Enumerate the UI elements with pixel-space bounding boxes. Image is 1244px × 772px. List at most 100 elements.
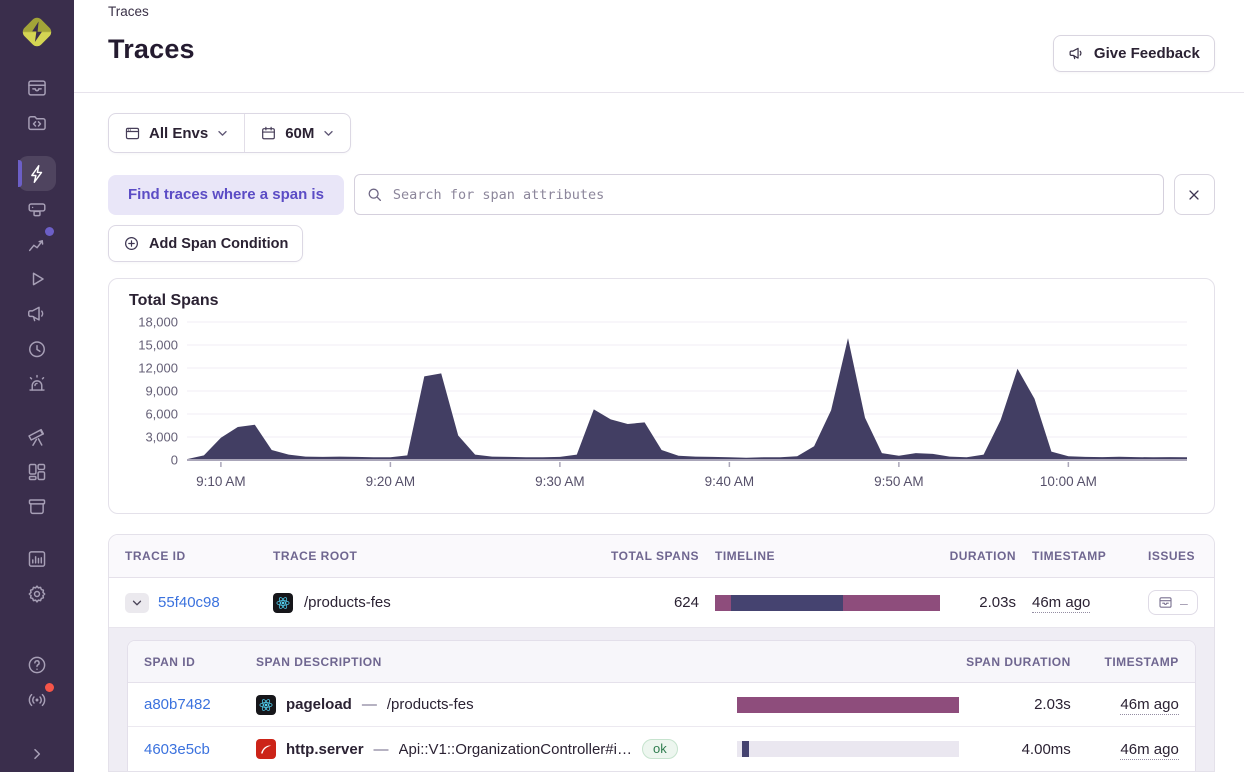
trace-root-name: /products-fes <box>304 594 391 611</box>
span-id-link[interactable]: 4603e5cb <box>144 741 210 758</box>
active-nav-accent-bar <box>18 160 22 187</box>
column-header-trace-id: TRACE ID <box>125 549 186 563</box>
dashboards-icon <box>26 461 48 483</box>
total-spans-value: 624 <box>673 594 699 611</box>
duration-bar-segment <box>736 696 959 713</box>
sidebar-item-user-feedback[interactable] <box>18 296 56 331</box>
traces-table-header: TRACE ID TRACE ROOT TOTAL SPANS TIMELINE… <box>109 535 1214 578</box>
window-icon <box>124 125 141 142</box>
span-row: a80b7482 pageload — /products-fes 2.03s … <box>128 683 1195 727</box>
sidebar <box>0 0 74 772</box>
sidebar-item-performance[interactable] <box>18 156 56 191</box>
svg-text:15,000: 15,000 <box>138 338 178 353</box>
replays-icon <box>26 268 48 290</box>
plus-circle-icon <box>123 235 140 252</box>
svg-text:6,000: 6,000 <box>145 407 178 422</box>
span-attributes-search-input[interactable] <box>353 174 1164 215</box>
help-icon <box>26 654 48 676</box>
column-header-total-spans: TOTAL SPANS <box>611 549 699 563</box>
span-timestamp[interactable]: 46m ago <box>1120 696 1179 715</box>
search-icon <box>366 186 383 203</box>
span-search <box>353 174 1164 215</box>
sidebar-item-settings[interactable] <box>18 576 56 611</box>
whats-new-icon <box>26 689 48 711</box>
column-header-trace-root: TRACE ROOT <box>273 549 358 563</box>
sidebar-item-profiling[interactable] <box>18 191 56 226</box>
span-status-badge: ok <box>641 739 678 759</box>
time-range-dropdown[interactable]: 60M <box>245 114 350 152</box>
span-description: Api::V1::OrganizationController#i… <box>398 740 632 758</box>
span-search-row: Find traces where a span is <box>108 174 1215 215</box>
svg-text:9:20 AM: 9:20 AM <box>366 474 416 489</box>
alerts-icon <box>26 373 48 395</box>
sidebar-item-releases[interactable] <box>18 489 56 524</box>
sidebar-item-alerts[interactable] <box>18 366 56 401</box>
svg-text:9:10 AM: 9:10 AM <box>196 474 246 489</box>
sidebar-item-replays[interactable] <box>18 261 56 296</box>
give-feedback-label: Give Feedback <box>1093 45 1200 62</box>
span-table: SPAN ID SPAN DESCRIPTION SPAN DURATION T… <box>127 640 1196 771</box>
sidebar-item-whats-new[interactable] <box>18 682 56 717</box>
span-op-separator: — <box>361 696 377 713</box>
sidebar-item-issues[interactable] <box>18 70 56 105</box>
span-duration-bar <box>736 696 959 713</box>
svg-text:12,000: 12,000 <box>138 361 178 376</box>
give-feedback-button[interactable]: Give Feedback <box>1052 35 1215 72</box>
clear-search-button[interactable] <box>1173 174 1215 215</box>
span-row: 4603e5cb http.server — Api::V1::Organiza… <box>128 727 1195 771</box>
trace-timestamp[interactable]: 46m ago <box>1032 594 1091 613</box>
span-duration: 2.03s <box>1034 696 1071 713</box>
span-description: /products-fes <box>386 696 474 713</box>
collapse-trace-button[interactable] <box>125 592 149 613</box>
column-header-issues: ISSUES <box>1148 549 1196 563</box>
environment-filter-value: All Envs <box>149 124 209 142</box>
issues-icon <box>26 77 48 99</box>
sidebar-item-expand-sidebar[interactable] <box>18 736 56 771</box>
chevron-down-icon <box>131 597 143 609</box>
svg-text:9:30 AM: 9:30 AM <box>535 474 585 489</box>
trace-issues-button[interactable]: – <box>1148 590 1198 615</box>
total-spans-chart[interactable]: 0 3,000 6,000 9,000 12,000 15,000 18,000 9:10 A… <box>129 310 1193 502</box>
page-header: Traces Traces Give Feedback <box>74 0 1244 93</box>
sidebar-item-stats[interactable] <box>18 541 56 576</box>
chart-title: Total Spans <box>129 292 219 309</box>
svg-text:0: 0 <box>171 453 178 468</box>
sidebar-item-insights[interactable] <box>18 226 56 261</box>
sidebar-item-help[interactable] <box>18 647 56 682</box>
chevron-down-icon <box>216 127 229 140</box>
discover-icon <box>26 426 48 448</box>
environment-filter-dropdown[interactable]: All Envs <box>109 114 244 152</box>
column-header-duration: DURATION <box>949 549 1016 563</box>
trace-duration: 2.03s <box>979 594 1016 611</box>
expanded-trace-section: SPAN ID SPAN DESCRIPTION SPAN DURATION T… <box>109 627 1214 771</box>
span-id-link[interactable]: a80b7482 <box>144 696 211 713</box>
column-header-span-id: SPAN ID <box>144 654 196 669</box>
sidebar-item-dashboards[interactable] <box>18 454 56 489</box>
main-area: Traces Traces Give Feedback All Envs 60M… <box>74 0 1244 772</box>
settings-icon <box>26 583 48 605</box>
trace-id-link[interactable]: 55f40c98 <box>158 594 220 611</box>
sidebar-item-projects[interactable] <box>18 105 56 140</box>
close-icon <box>1186 187 1202 203</box>
column-header-span-timestamp: TIMESTAMP <box>1104 654 1179 669</box>
trace-timeline-bar <box>715 594 940 611</box>
performance-icon <box>26 163 48 185</box>
time-range-value: 60M <box>285 124 315 142</box>
svg-text:9:40 AM: 9:40 AM <box>705 474 755 489</box>
span-timestamp[interactable]: 46m ago <box>1120 740 1179 760</box>
span-table-header: SPAN ID SPAN DESCRIPTION SPAN DURATION T… <box>128 641 1195 683</box>
react-platform-icon <box>256 694 276 715</box>
duration-bar-segment <box>742 741 749 757</box>
total-spans-panel: Total Spans 0 3,000 6,000 9,000 12,000 15,000… <box>108 278 1215 514</box>
notification-dot <box>45 683 54 692</box>
breadcrumb[interactable]: Traces <box>108 4 1215 19</box>
sentry-logo-icon[interactable] <box>15 10 59 54</box>
sidebar-item-discover[interactable] <box>18 419 56 454</box>
svg-text:18,000: 18,000 <box>138 315 178 330</box>
projects-icon <box>26 112 48 134</box>
sidebar-item-crons[interactable] <box>18 331 56 366</box>
find-traces-label: Find traces where a span is <box>108 174 344 215</box>
calendar-icon <box>260 125 277 142</box>
add-span-condition-button[interactable]: Add Span Condition <box>108 225 304 262</box>
releases-icon <box>26 496 48 518</box>
